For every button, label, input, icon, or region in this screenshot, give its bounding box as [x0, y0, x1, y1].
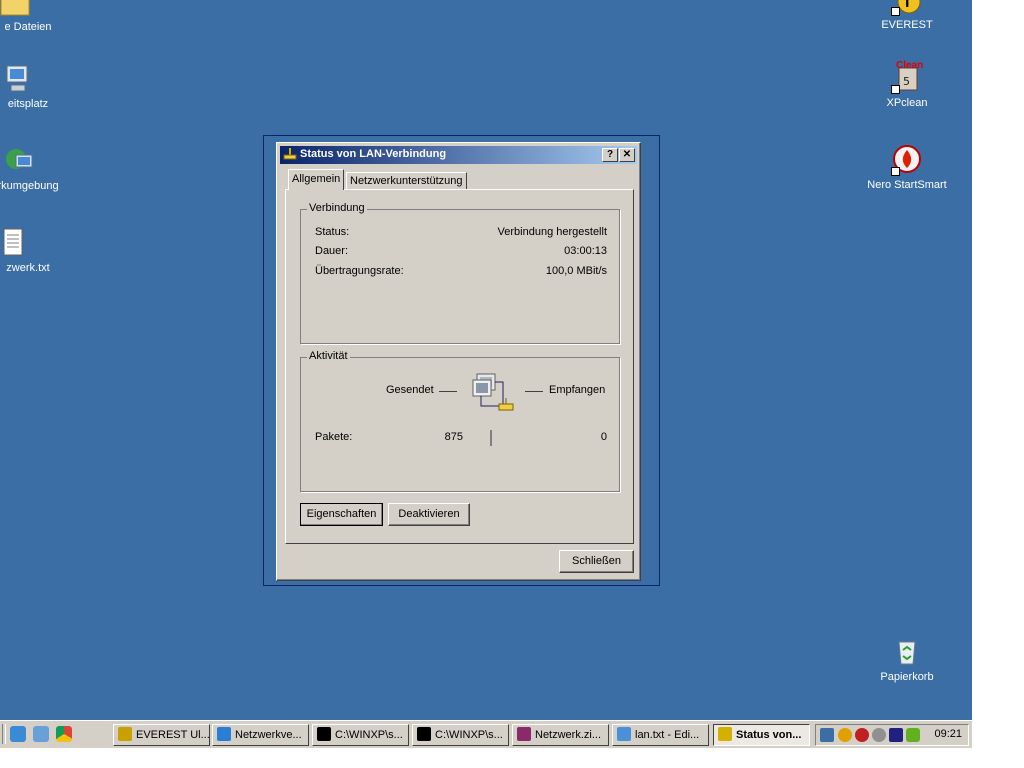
disable-button[interactable]: Deaktivieren [388, 503, 470, 526]
desktop-icon-label: XPclean [886, 97, 928, 109]
task-console-1[interactable]: C:\WINXP\s... [312, 724, 409, 746]
task-label: Status von... [736, 729, 802, 741]
tray-nvidia-icon[interactable] [906, 728, 920, 742]
console-icon [317, 727, 331, 741]
task-label: lan.txt - Edi... [635, 729, 700, 741]
desktop-icon-label: EVEREST [881, 19, 933, 31]
tab-allgemein[interactable]: Allgemein [288, 169, 345, 190]
desktop-icon-label: Nero StartSmart [867, 179, 947, 191]
received-line [525, 391, 543, 392]
lan-status-icon [718, 727, 732, 741]
group-aktivitaet: Aktivität Gesendet Empfangen Pakete: 875 [300, 350, 620, 492]
desktop-icon-label: zwerk.txt [6, 262, 50, 274]
svg-text:i: i [905, 0, 909, 11]
help-button[interactable]: ? [602, 148, 618, 162]
desktop-icon-label: eitsplatz [7, 98, 49, 110]
speed-value: 100,0 MBit/s [545, 265, 607, 277]
desktop-icon-network[interactable]: rkumgebung [0, 145, 73, 192]
tab-panel-allgemein: Verbindung Status: Verbindung hergestell… [285, 189, 634, 544]
tray-everest-icon[interactable] [838, 728, 852, 742]
duration-label: Dauer: [315, 245, 349, 257]
recycle-bin-icon [891, 636, 923, 668]
group-verbindung-title: Verbindung [307, 202, 367, 214]
group-verbindung: Verbindung Status: Verbindung hergestell… [300, 202, 620, 344]
sent-label: Gesendet [386, 384, 434, 396]
everest-icon [118, 727, 132, 741]
everest-icon: i [891, 0, 923, 16]
desktop-icon-documents[interactable]: e Dateien [0, 0, 70, 33]
xpclean-badge: Clean [896, 60, 924, 71]
quicklaunch-chrome-icon[interactable] [56, 726, 72, 742]
task-netzwerkverbindungen[interactable]: Netzwerkve... [212, 724, 309, 746]
duration-value: 03:00:13 [564, 245, 607, 257]
status-value: Verbindung hergestellt [497, 226, 607, 238]
task-console-2[interactable]: C:\WINXP\s... [412, 724, 509, 746]
folder-icon [0, 0, 31, 18]
desktop-icon-xpclean[interactable]: 5 Clean XPclean [852, 60, 962, 109]
desktop-icon-label: rkumgebung [0, 180, 59, 192]
task-winrar[interactable]: Netzwerk.zi... [512, 724, 609, 746]
properties-button[interactable]: Eigenschaften [300, 503, 383, 526]
task-lan-status[interactable]: Status von... [713, 724, 810, 746]
lan-status-dialog[interactable]: Status von LAN-Verbindung ? ✕ Allgemein … [276, 142, 641, 581]
tray-update-icon[interactable] [872, 728, 886, 742]
packets-divider [490, 430, 492, 446]
task-label: C:\WINXP\s... [435, 729, 503, 741]
speed-label: Übertragungsrate: [315, 265, 404, 277]
xpclean-icon: 5 Clean [891, 60, 924, 94]
packets-sent-value: 875 [444, 431, 463, 443]
group-aktivitaet-title: Aktivität [307, 350, 350, 362]
taskbar: EVEREST Ul... Netzwerkve... C:\WINXP\s..… [0, 720, 972, 748]
editor-icon [617, 727, 631, 741]
network-icon [2, 145, 34, 177]
task-label: C:\WINXP\s... [335, 729, 403, 741]
task-label: EVEREST Ul... [136, 729, 210, 741]
desktop-icon-everest[interactable]: i EVEREST [852, 0, 962, 31]
desktop-icon-recycle-bin[interactable]: Papierkorb [852, 636, 962, 683]
packets-received-value: 0 [600, 431, 607, 443]
status-label: Status: [315, 226, 350, 238]
task-label: Netzwerkve... [235, 729, 302, 741]
text-file-icon [0, 227, 28, 259]
dialog-title: Status von LAN-Verbindung [300, 148, 447, 160]
tray-security-icon[interactable] [855, 728, 869, 742]
desktop-icon-label: e Dateien [4, 21, 52, 33]
tab-netzwerkunterstuetzung[interactable]: Netzwerkunterstützung [346, 172, 467, 190]
task-label: Netzwerk.zi... [535, 729, 602, 741]
system-tray: 09:21 [815, 724, 969, 746]
quicklaunch-ie-icon[interactable] [10, 726, 26, 742]
received-label: Empfangen [549, 384, 606, 396]
taskbar-separator [2, 724, 6, 744]
task-editor[interactable]: lan.txt - Edi... [612, 724, 709, 746]
lan-status-icon [283, 147, 297, 161]
desktop-icon-nero[interactable]: Nero StartSmart [852, 144, 962, 191]
clock[interactable]: 09:21 [934, 728, 962, 740]
sent-line [439, 391, 457, 392]
packets-label: Pakete: [315, 431, 353, 443]
nero-icon [891, 144, 923, 176]
close-icon[interactable]: ✕ [619, 148, 635, 162]
console-icon [417, 727, 431, 741]
tray-media-icon[interactable] [889, 728, 903, 742]
winrar-icon [517, 727, 531, 741]
quicklaunch-media-icon[interactable] [33, 726, 49, 742]
dialog-titlebar[interactable]: Status von LAN-Verbindung ? ✕ [280, 146, 637, 164]
svg-text:5: 5 [903, 75, 910, 88]
computer-icon [0, 63, 31, 95]
tray-network-icon[interactable] [820, 728, 834, 742]
network-icon [217, 727, 231, 741]
close-button[interactable]: Schließen [559, 550, 634, 573]
desktop-icon-textfile[interactable]: zwerk.txt [0, 227, 67, 274]
desktop-icon-my-computer[interactable]: eitsplatz [0, 63, 70, 110]
task-everest[interactable]: EVEREST Ul... [113, 724, 210, 746]
network-activity-icon [471, 370, 523, 422]
desktop-icon-label: Papierkorb [880, 671, 934, 683]
